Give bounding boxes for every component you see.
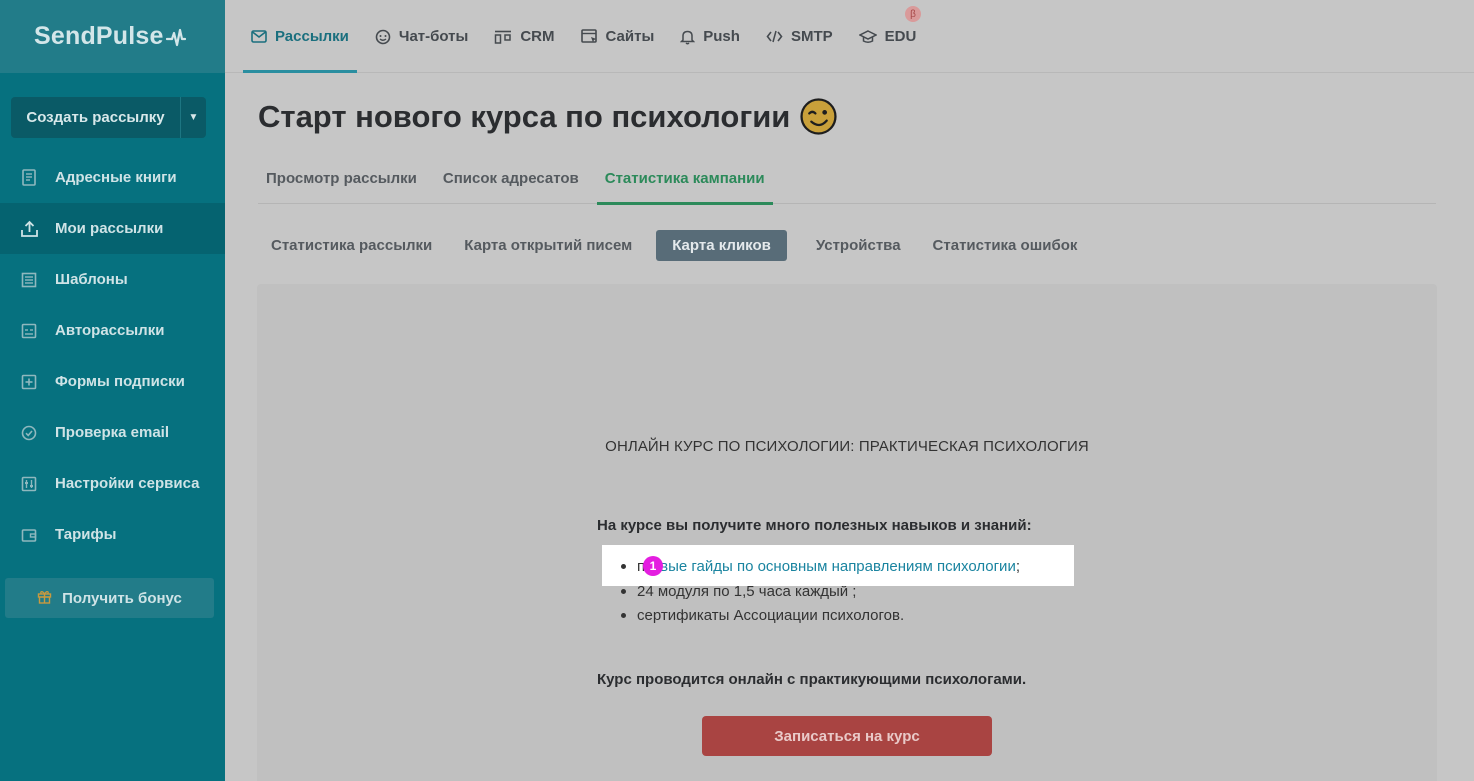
sidebar-item-label: Настройки сервиса (55, 475, 200, 492)
logo-area: SendPulse (0, 0, 225, 73)
logo-text: SendPulse (34, 22, 164, 50)
sidebar-item-label: Тарифы (55, 526, 117, 543)
statistics-subtabs: Статистика рассылки Карта открытий писем… (258, 229, 1096, 262)
sidebar-item-subscription-forms[interactable]: Формы подписки (0, 356, 225, 407)
bell-icon (680, 29, 696, 45)
tab-campaign-statistics[interactable]: Статистика кампании (596, 152, 773, 205)
get-bonus-button[interactable]: Получить бонус (5, 578, 214, 618)
clicked-link-item: п вые гайды по основным направлениям псих… (620, 554, 1020, 578)
top-nav-label: Чат-боты (398, 28, 469, 45)
envelope-icon (251, 30, 267, 43)
sidebar-nav: Адресные книги Мои рассылки Шаблоны Авто… (0, 152, 225, 560)
sidebar-item-email-verification[interactable]: Проверка email (0, 407, 225, 458)
sidebar-item-label: Проверка email (55, 424, 170, 441)
winking-face-icon (800, 98, 837, 135)
pulse-icon (165, 28, 186, 46)
page-title: Старт нового курса по психологии (258, 98, 837, 135)
settings-icon (20, 475, 38, 493)
email-intro: На курсе вы получите много полезных навы… (597, 517, 1032, 534)
create-campaign-button[interactable]: Создать рассылку (11, 97, 180, 138)
sidebar-item-my-campaigns[interactable]: Мои рассылки (0, 203, 225, 254)
wallet-icon (20, 526, 38, 544)
chatbot-icon (375, 29, 391, 45)
bonus-label: Получить бонус (62, 589, 182, 607)
sidebar: SendPulse Создать рассылку ▼ Адресные кн… (0, 0, 225, 781)
tab-campaign-preview[interactable]: Просмотр рассылки (258, 152, 425, 204)
email-heading: ОНЛАЙН КУРС ПО ПСИХОЛОГИИ: ПРАКТИЧЕСКАЯ … (605, 438, 1089, 455)
gift-icon (37, 589, 52, 608)
sidebar-item-label: Авторассылки (55, 322, 165, 339)
sendpulse-logo[interactable]: SendPulse (34, 22, 186, 51)
link-suffix: ; (1015, 557, 1020, 575)
email-click-map-preview: ОНЛАЙН КУРС ПО ПСИХОЛОГИИ: ПРАКТИЧЕСКАЯ … (257, 284, 1437, 781)
top-nav-label: Push (703, 28, 740, 45)
sidebar-item-templates[interactable]: Шаблоны (0, 254, 225, 305)
create-campaign-group: Создать рассылку ▼ (11, 97, 206, 138)
top-nav-mailings[interactable]: Рассылки (243, 0, 357, 73)
subtab-mailing-stats[interactable]: Статистика рассылки (258, 230, 445, 261)
sidebar-item-label: Мои рассылки (55, 220, 164, 237)
tab-recipients-list[interactable]: Список адресатов (435, 152, 587, 204)
subtab-click-map[interactable]: Карта кликов (656, 230, 787, 261)
click-count-badge[interactable]: 1 (643, 556, 663, 576)
subscription-form-icon (20, 373, 38, 391)
sidebar-item-label: Формы подписки (55, 373, 185, 390)
sidebar-item-pricing[interactable]: Тарифы (0, 509, 225, 560)
top-nav-label: Сайты (605, 28, 655, 45)
top-nav-chatbots[interactable]: Чат-боты (375, 0, 468, 73)
subtab-open-map[interactable]: Карта открытий писем (451, 230, 645, 261)
top-nav-sites[interactable]: Сайты (580, 0, 655, 73)
enroll-course-button[interactable]: Записаться на курс (702, 716, 992, 756)
sidebar-item-label: Адресные книги (55, 169, 177, 186)
campaign-title: Старт нового курса по психологии (258, 98, 791, 134)
campaign-tabs: Просмотр рассылки Список адресатов Стати… (258, 152, 1436, 205)
sidebar-item-service-settings[interactable]: Настройки сервиса (0, 458, 225, 509)
top-nav-label: SMTP (790, 28, 833, 45)
list-item: сертификаты Ассоциации психологов. (597, 603, 904, 627)
top-nav-label: Рассылки (275, 28, 349, 45)
top-nav-smtp[interactable]: SMTP (766, 0, 833, 73)
sidebar-item-label: Шаблоны (55, 271, 128, 288)
templates-icon (20, 271, 38, 289)
subtab-devices[interactable]: Устройства (803, 230, 914, 261)
sidebar-item-automation[interactable]: Авторассылки (0, 305, 225, 356)
email-note: Курс проводится онлайн с практикующими п… (597, 671, 1027, 688)
guides-link[interactable]: вые гайды по основным направлениям психо… (660, 558, 1016, 575)
site-icon (580, 29, 598, 44)
code-icon (766, 30, 783, 43)
automation-icon (20, 322, 38, 340)
graduation-cap-icon (858, 29, 877, 44)
campaigns-icon (20, 220, 38, 238)
top-nav-label: EDU (884, 28, 917, 45)
top-nav-label: CRM (520, 28, 555, 45)
top-nav-crm[interactable]: CRM (494, 0, 555, 73)
subtab-error-stats[interactable]: Статистика ошибок (920, 230, 1091, 261)
address-book-icon (20, 169, 38, 187)
caret-down-icon[interactable]: ▼ (180, 97, 206, 138)
sidebar-item-address-books[interactable]: Адресные книги (0, 152, 225, 203)
top-navigation: Рассылки Чат-боты CRM Сайты Push SMTP ED… (225, 0, 1474, 73)
beta-badge: β (905, 6, 921, 22)
top-nav-push[interactable]: Push (680, 0, 740, 73)
email-verify-icon (20, 424, 38, 442)
crm-icon (494, 30, 512, 44)
